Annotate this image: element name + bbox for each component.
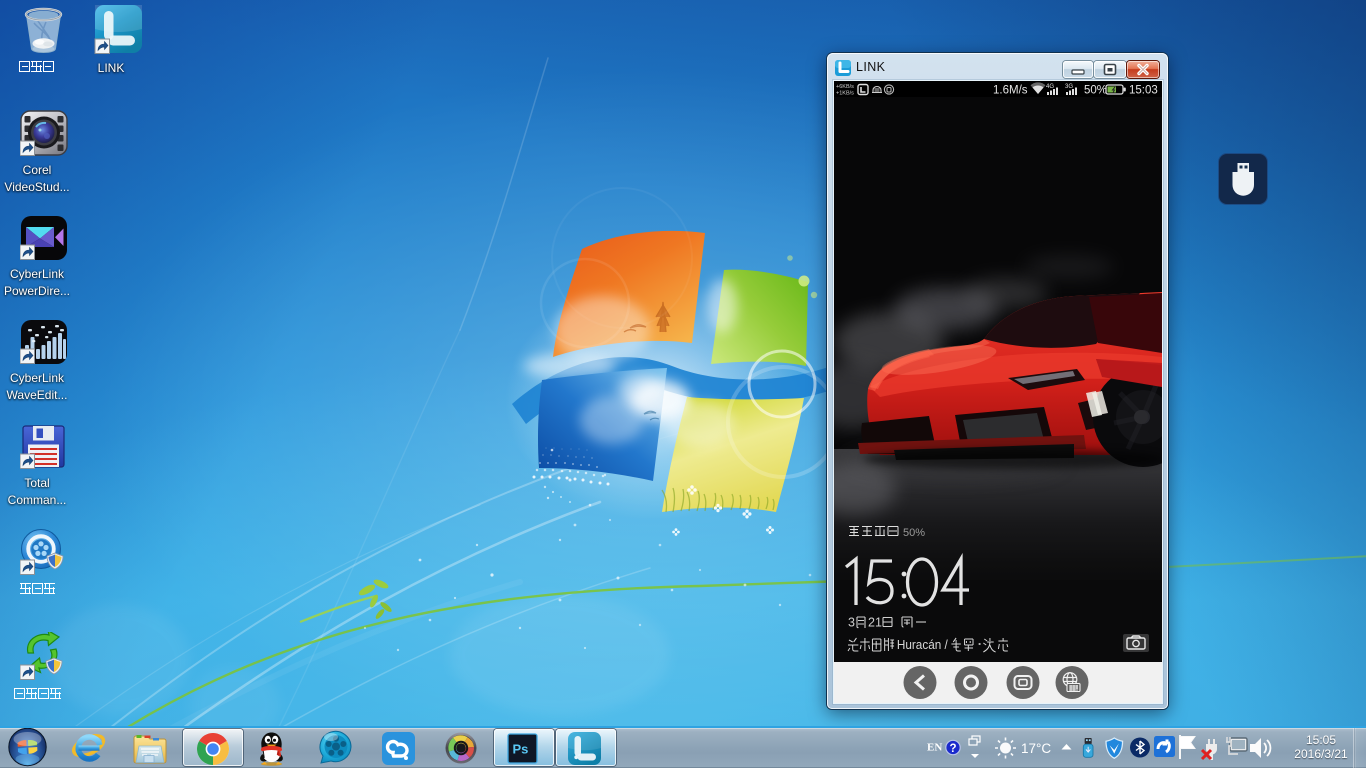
svg-text:?: ? — [950, 743, 957, 755]
svg-text:21: 21 — [868, 616, 882, 630]
svg-text:Huracán /: Huracán / — [897, 638, 949, 652]
svg-text:Ps: Ps — [513, 742, 529, 757]
svg-text:15:03: 15:03 — [1129, 85, 1158, 97]
svg-text:17°C: 17°C — [1021, 741, 1051, 756]
svg-text:+1KB/s: +1KB/s — [836, 91, 854, 97]
svg-text:1.6M/s: 1.6M/s — [993, 85, 1028, 97]
svg-text:EN: EN — [927, 742, 942, 754]
svg-text:50%: 50% — [903, 527, 925, 539]
svg-text:+6KB/s: +6KB/s — [836, 84, 854, 90]
svg-text:50%: 50% — [1084, 85, 1107, 97]
svg-text:3: 3 — [848, 616, 855, 630]
